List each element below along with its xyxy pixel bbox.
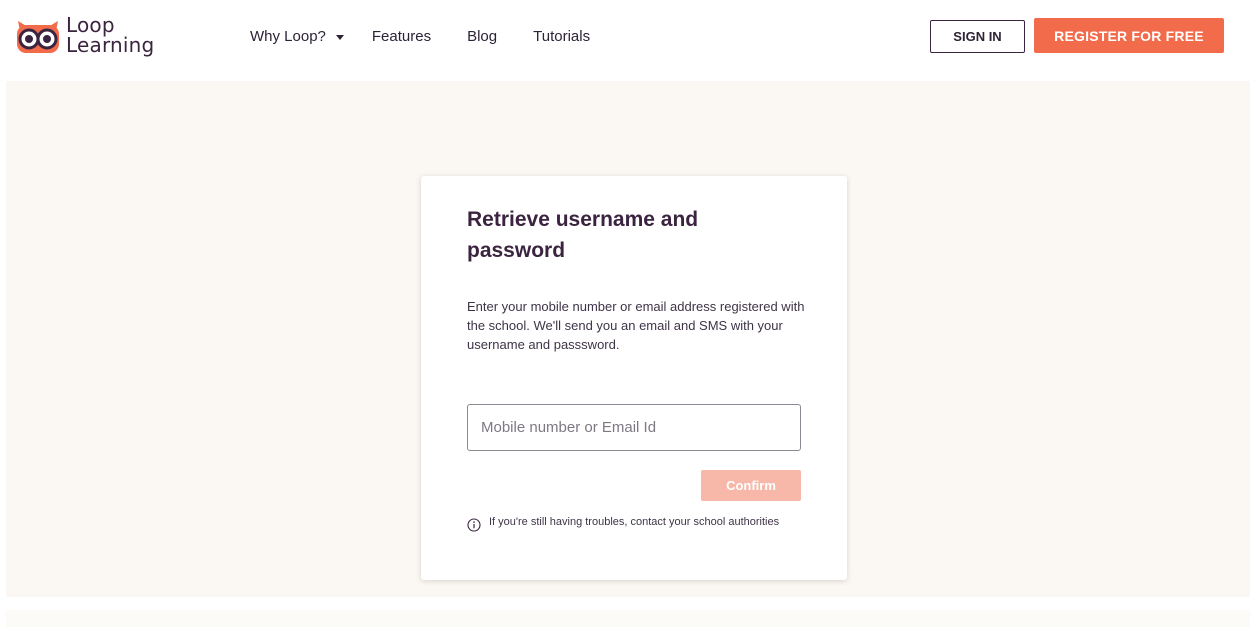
confirm-button[interactable]: Confirm: [701, 470, 801, 501]
card-title: Retrieve username and password: [467, 208, 699, 262]
card-description: Enter your mobile number or email addres…: [467, 299, 805, 352]
brand-logo[interactable]: Loop Learning: [14, 9, 174, 61]
nav-item-label: Tutorials: [533, 27, 591, 45]
nav-item-label: Features: [371, 27, 432, 45]
nav-item-blog[interactable]: Blog: [467, 28, 497, 45]
help-text: If you're still having troubles, contact…: [489, 516, 780, 528]
nav-item-why-loop[interactable]: Why Loop?: [250, 28, 344, 45]
help-note: If you're still having troubles, contact…: [467, 516, 787, 532]
mobile-or-email-input[interactable]: [468, 405, 800, 450]
brand-line-1: Loop: [66, 13, 115, 37]
nav-item-tutorials[interactable]: Tutorials: [533, 28, 590, 45]
sign-in-button[interactable]: SIGN IN: [930, 20, 1025, 53]
brand-wordmark: Loop Learning: [66, 15, 154, 55]
footer-strip: [6, 610, 1250, 627]
nav-item-label: Blog: [467, 27, 498, 45]
owl-logo-icon: [17, 21, 59, 53]
register-button[interactable]: REGISTER FOR FREE: [1034, 18, 1224, 53]
main-nav: Why Loop? Features Blog Tutorials: [250, 24, 590, 48]
nav-item-features[interactable]: Features: [372, 28, 431, 45]
retrieve-credentials-card: Retrieve username and password Enter you…: [421, 176, 847, 580]
info-icon: [467, 518, 481, 532]
contact-field-wrapper: [467, 404, 801, 451]
caret-down-icon: [335, 34, 344, 40]
nav-item-label: Why Loop?: [250, 27, 326, 45]
brand-line-2: Learning: [66, 33, 155, 57]
top-navbar: Loop Learning Why Loop? Features Blog Tu…: [0, 0, 1252, 72]
